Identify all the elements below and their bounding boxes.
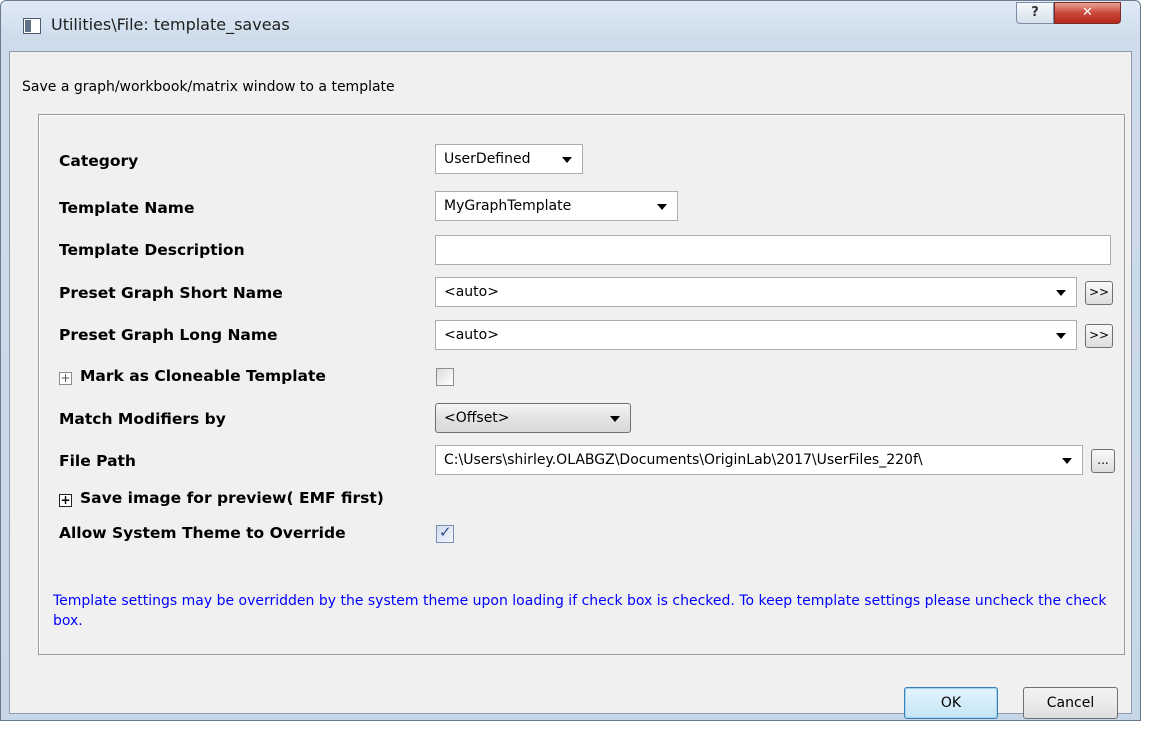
category-dropdown[interactable]: UserDefined bbox=[435, 144, 583, 174]
chevron-down-icon bbox=[562, 157, 572, 163]
theme-override-note: Template settings may be overridden by t… bbox=[53, 593, 1107, 629]
file-path-dropdown[interactable]: C:\Users\shirley.OLABGZ\Documents\Origin… bbox=[435, 445, 1083, 475]
chevron-down-icon bbox=[610, 416, 620, 422]
window-icon bbox=[23, 18, 41, 34]
settings-panel: Category UserDefined Template Name MyGra… bbox=[38, 114, 1125, 655]
chevron-down-icon bbox=[1056, 290, 1066, 296]
template-name-value: MyGraphTemplate bbox=[444, 198, 572, 214]
preset-long-name-label: Preset Graph Long Name bbox=[59, 326, 278, 344]
cloneable-label: Mark as Cloneable Template bbox=[80, 367, 326, 385]
help-button[interactable]: ? bbox=[1016, 2, 1054, 24]
allow-theme-checkbox[interactable]: ✓ bbox=[436, 523, 454, 543]
dialog-window: Utilities\File: template_saveas ? ✕ Save… bbox=[0, 0, 1141, 721]
preset-long-name-button[interactable]: >> bbox=[1085, 324, 1113, 348]
template-name-label: Template Name bbox=[59, 199, 195, 217]
category-label: Category bbox=[59, 152, 139, 170]
template-name-dropdown[interactable]: MyGraphTemplate bbox=[435, 191, 678, 221]
template-description-label: Template Description bbox=[59, 241, 245, 259]
cloneable-expander-icon[interactable]: + bbox=[59, 372, 72, 385]
preset-short-name-label: Preset Graph Short Name bbox=[59, 284, 283, 302]
preset-short-name-value: <auto> bbox=[444, 284, 499, 300]
preset-long-name-value: <auto> bbox=[444, 327, 499, 343]
dialog-description: Save a graph/workbook/matrix window to a… bbox=[22, 79, 395, 95]
save-image-expander-icon[interactable]: + bbox=[59, 494, 72, 507]
match-modifiers-value: <Offset> bbox=[444, 410, 510, 426]
match-modifiers-label: Match Modifiers by bbox=[59, 410, 226, 428]
cancel-button[interactable]: Cancel bbox=[1023, 687, 1118, 719]
close-button[interactable]: ✕ bbox=[1054, 2, 1121, 24]
dialog-client-area: Save a graph/workbook/matrix window to a… bbox=[9, 51, 1132, 719]
preset-short-name-dropdown[interactable]: <auto> bbox=[435, 277, 1077, 307]
template-description-input[interactable] bbox=[435, 235, 1111, 265]
file-path-value: C:\Users\shirley.OLABGZ\Documents\Origin… bbox=[444, 452, 923, 468]
checkmark-icon: ✓ bbox=[439, 523, 452, 541]
save-image-label: Save image for preview( EMF first) bbox=[80, 489, 384, 507]
chevron-down-icon bbox=[657, 204, 667, 210]
allow-theme-label: Allow System Theme to Override bbox=[59, 524, 346, 542]
ok-button[interactable]: OK bbox=[904, 687, 998, 719]
match-modifiers-dropdown[interactable]: <Offset> bbox=[435, 403, 631, 433]
preset-long-name-dropdown[interactable]: <auto> bbox=[435, 320, 1077, 350]
title-bar[interactable]: Utilities\File: template_saveas ? ✕ bbox=[1, 1, 1140, 51]
window-title: Utilities\File: template_saveas bbox=[51, 15, 290, 34]
cloneable-checkbox[interactable] bbox=[436, 368, 454, 386]
file-path-label: File Path bbox=[59, 452, 136, 470]
category-value: UserDefined bbox=[444, 151, 531, 167]
browse-button[interactable]: ... bbox=[1091, 449, 1115, 473]
preset-short-name-button[interactable]: >> bbox=[1085, 281, 1113, 305]
chevron-down-icon bbox=[1062, 458, 1072, 464]
chevron-down-icon bbox=[1056, 333, 1066, 339]
